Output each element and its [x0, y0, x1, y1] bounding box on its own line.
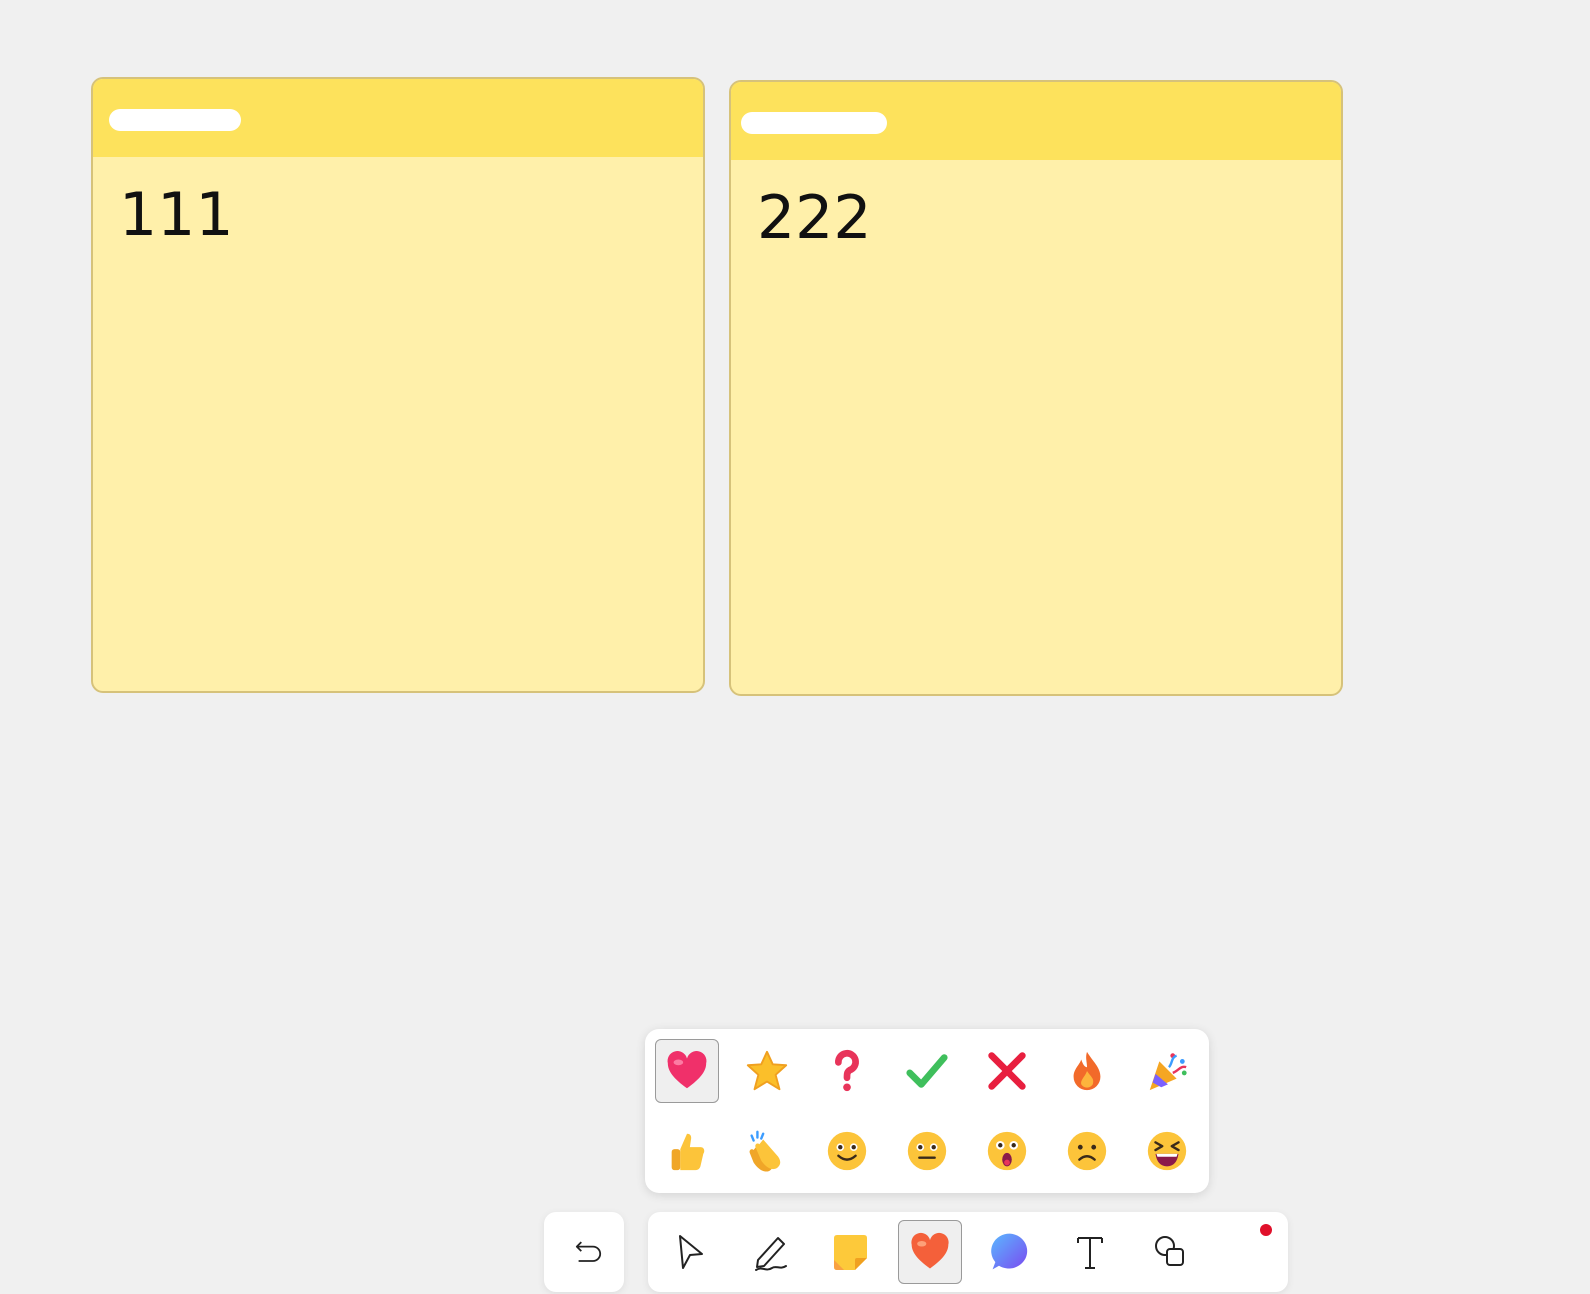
- redacted-author: [741, 112, 887, 134]
- sticky-note-tool-button[interactable]: [818, 1220, 882, 1284]
- sticky-note-1[interactable]: 111: [91, 77, 705, 693]
- whiteboard-canvas[interactable]: 111 222: [0, 0, 1590, 1294]
- text-tool-button[interactable]: [1058, 1220, 1122, 1284]
- select-tool-button[interactable]: [658, 1220, 722, 1284]
- chat-bubble-icon: [991, 1233, 1028, 1270]
- undo-icon: [575, 1241, 602, 1262]
- note-text[interactable]: 222: [731, 160, 1341, 248]
- note-header[interactable]: [731, 82, 1341, 160]
- question-icon[interactable]: [815, 1039, 879, 1103]
- undo-button[interactable]: [544, 1212, 624, 1292]
- select-arrow-icon: [679, 1235, 703, 1269]
- clapping-hands-icon[interactable]: [735, 1119, 799, 1183]
- main-toolbar: [648, 1212, 1288, 1292]
- heart-icon[interactable]: [655, 1039, 719, 1103]
- party-popper-icon[interactable]: [1135, 1039, 1199, 1103]
- text-icon: [1077, 1237, 1103, 1269]
- shapes-icon: [1155, 1236, 1184, 1266]
- shapes-tool-button[interactable]: [1138, 1220, 1202, 1284]
- note-text[interactable]: 111: [93, 157, 703, 245]
- sticky-note-2[interactable]: 222: [729, 80, 1343, 696]
- pen-tool-button[interactable]: [738, 1220, 802, 1284]
- cross-icon[interactable]: [975, 1039, 1039, 1103]
- redacted-author: [109, 109, 241, 131]
- comment-tool-button[interactable]: [978, 1220, 1042, 1284]
- reaction-tool-button[interactable]: [898, 1220, 962, 1284]
- laughing-face-icon[interactable]: [1135, 1119, 1199, 1183]
- fire-icon[interactable]: [1055, 1039, 1119, 1103]
- neutral-face-icon[interactable]: [895, 1119, 959, 1183]
- reaction-heart-icon: [911, 1232, 949, 1269]
- astonished-face-icon[interactable]: [975, 1119, 1039, 1183]
- notification-dot: [1260, 1224, 1272, 1236]
- sticky-note-icon: [834, 1235, 867, 1270]
- pen-icon: [755, 1237, 787, 1271]
- star-icon[interactable]: [735, 1039, 799, 1103]
- check-icon[interactable]: [895, 1039, 959, 1103]
- reaction-palette: [645, 1029, 1209, 1193]
- note-header[interactable]: [93, 79, 703, 157]
- frowning-face-icon[interactable]: [1055, 1119, 1119, 1183]
- smiling-face-icon[interactable]: [815, 1119, 879, 1183]
- thumbs-up-icon[interactable]: [655, 1119, 719, 1183]
